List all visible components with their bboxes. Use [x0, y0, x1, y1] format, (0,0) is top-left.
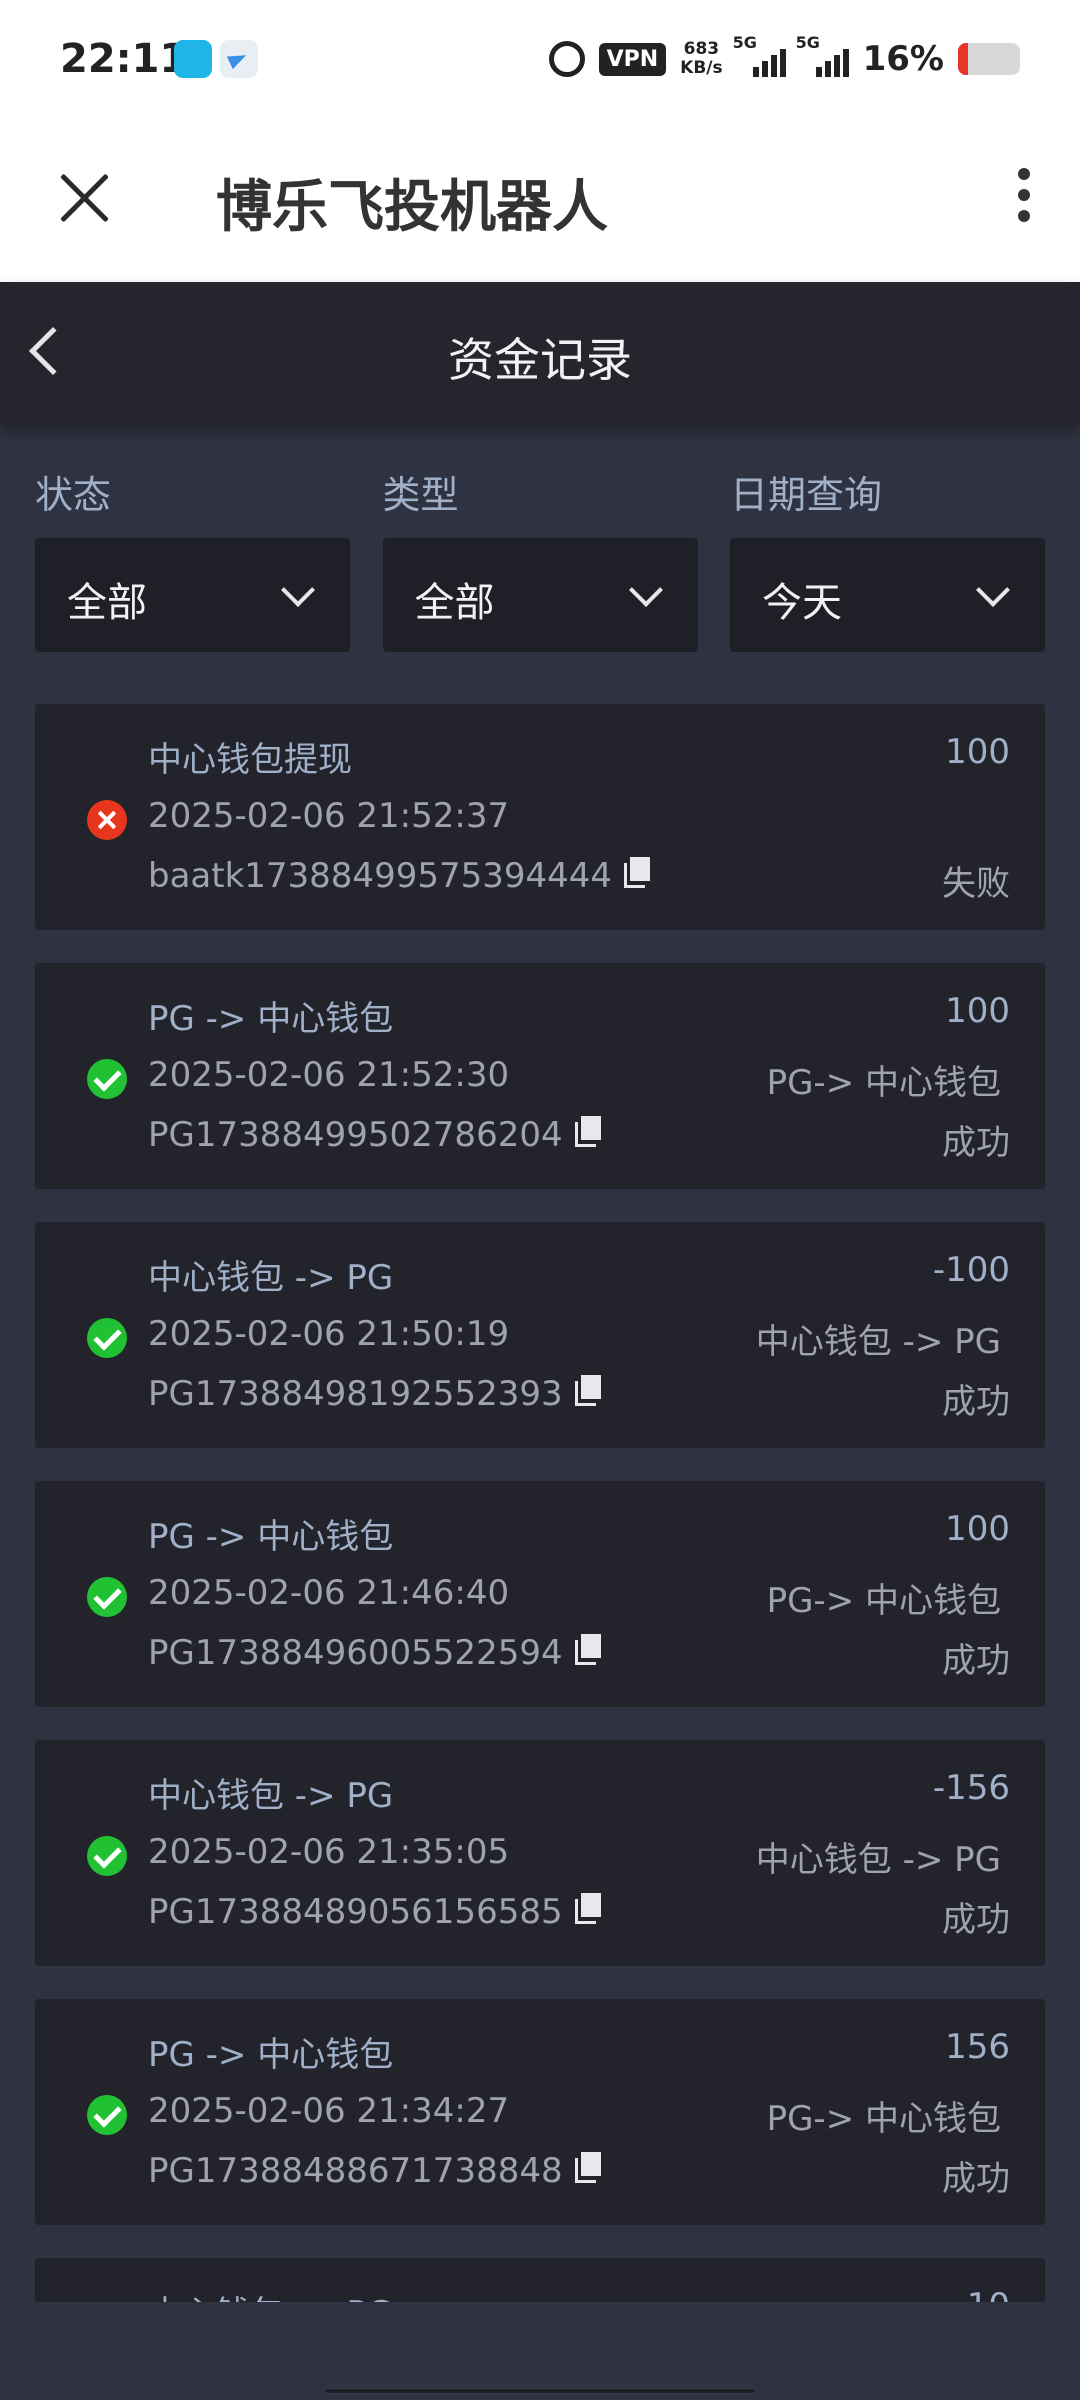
record-id: PG17388499502786204	[148, 1115, 601, 1155]
record-desc: 中心钱包 -> PG	[755, 1322, 1001, 1362]
more-options-icon[interactable]	[1012, 168, 1036, 230]
chevron-down-icon	[281, 573, 315, 607]
filter-label: 日期查询	[730, 473, 883, 517]
record-status: 失败	[942, 864, 1010, 904]
select-value: 全部	[414, 580, 495, 626]
record-status: 成功	[942, 1641, 1010, 1681]
copy-icon[interactable]	[574, 1634, 601, 1665]
filter-status: 状态 全部	[35, 470, 350, 652]
record-type: 中心钱包 -> PG	[148, 2286, 393, 2302]
record-amount: 100	[945, 732, 1010, 772]
status-time: 22:11	[60, 36, 188, 82]
record-id: PG17388496005522594	[148, 1633, 601, 1673]
battery-icon	[958, 43, 1020, 75]
record-status: 成功	[942, 2159, 1010, 2199]
success-icon	[87, 1836, 127, 1876]
status-bar: 22:11 VPN 683 KB/s 5G 5G 16%	[0, 0, 1080, 118]
record-amount: 156	[945, 2027, 1010, 2067]
copy-icon[interactable]	[574, 1893, 601, 1924]
signal-icon-sim2: 5G	[796, 33, 849, 77]
record-card[interactable]: 中心钱包 -> PG 2025-02-06 21:35:05 PG1738848…	[35, 1740, 1045, 1966]
record-amount: 100	[945, 991, 1010, 1031]
record-type: PG -> 中心钱包	[148, 1517, 394, 1557]
vpn-badge: VPN	[598, 42, 667, 76]
record-time: 2025-02-06 21:50:19	[148, 1314, 510, 1354]
record-card[interactable]: 中心钱包 -> PG 2025-02-06 21:50:19 PG1738849…	[35, 1222, 1045, 1448]
type-select[interactable]: 全部	[382, 538, 698, 652]
record-card[interactable]: PG -> 中心钱包 2025-02-06 21:46:40 PG1738849…	[35, 1481, 1045, 1707]
record-amount: -100	[932, 1250, 1010, 1290]
close-icon[interactable]	[56, 170, 112, 226]
record-card[interactable]: PG -> 中心钱包 2025-02-06 21:34:27 PG1738848…	[35, 1999, 1045, 2225]
record-type: 中心钱包提现	[148, 740, 352, 780]
bottom-area	[0, 2302, 1080, 2400]
success-icon	[87, 1318, 127, 1358]
record-card[interactable]: 中心钱包 -> PG -10	[35, 2258, 1045, 2302]
record-time: 2025-02-06 21:46:40	[148, 1573, 510, 1613]
record-id: baatk17388499575394444	[148, 856, 651, 896]
record-status: 成功	[942, 1123, 1010, 1163]
hotspot-app-icon	[174, 40, 212, 78]
record-desc: 中心钱包 -> PG	[755, 1840, 1001, 1880]
copy-icon[interactable]	[574, 2152, 601, 2183]
chevron-down-icon	[976, 573, 1010, 607]
record-card[interactable]: PG -> 中心钱包 2025-02-06 21:52:30 PG1738849…	[35, 963, 1045, 1189]
success-icon	[87, 2095, 127, 2135]
record-status: 成功	[942, 1382, 1010, 1422]
date-select[interactable]: 今天	[730, 538, 1045, 652]
select-value: 今天	[762, 580, 842, 626]
app-title: 博乐飞投机器人	[216, 175, 608, 240]
home-indicator[interactable]	[324, 2388, 756, 2394]
page-title: 资金记录	[448, 333, 632, 387]
filter-label: 类型	[382, 473, 459, 517]
record-card[interactable]: 中心钱包提现 2025-02-06 21:52:37 baatk17388499…	[35, 704, 1045, 930]
record-time: 2025-02-06 21:35:05	[148, 1832, 510, 1872]
success-icon	[87, 1577, 127, 1617]
record-amount: -156	[932, 1768, 1010, 1808]
fail-icon	[87, 800, 127, 840]
record-time: 2025-02-06 21:34:27	[148, 2091, 510, 2131]
battery-percent: 16%	[862, 39, 944, 79]
record-id: PG17388488671738848	[148, 2151, 601, 2191]
select-value: 全部	[67, 580, 147, 626]
record-type: PG -> 中心钱包	[148, 2035, 394, 2075]
status-select[interactable]: 全部	[35, 538, 350, 652]
record-time: 2025-02-06 21:52:37	[148, 796, 510, 836]
success-icon	[87, 1059, 127, 1099]
record-type: PG -> 中心钱包	[148, 999, 394, 1039]
record-amount: 100	[945, 1509, 1010, 1549]
record-status: 成功	[942, 1900, 1010, 1940]
record-desc: PG-> 中心钱包	[766, 2099, 1001, 2139]
signal-icon: 5G	[733, 33, 786, 77]
filter-bar: 状态 全部 类型 全部 日期查询 今天	[35, 470, 1045, 652]
record-desc: PG-> 中心钱包	[766, 1581, 1001, 1621]
record-desc: PG-> 中心钱包	[766, 1063, 1001, 1103]
record-type: 中心钱包 -> PG	[148, 1258, 394, 1298]
network-speed: 683 KB/s	[680, 39, 723, 78]
filter-date: 日期查询 今天	[730, 470, 1045, 652]
copy-icon[interactable]	[574, 1116, 601, 1147]
copy-icon[interactable]	[624, 857, 651, 888]
page-header: 资金记录	[0, 282, 1080, 422]
record-id: PG17388489056156585	[148, 1892, 601, 1932]
filter-label: 状态	[35, 473, 112, 517]
record-type: 中心钱包 -> PG	[148, 1776, 394, 1816]
records-list[interactable]: 中心钱包提现 2025-02-06 21:52:37 baatk17388499…	[35, 704, 1045, 2302]
record-id: PG17388498192552393	[148, 1374, 601, 1414]
app-title-bar: 博乐飞投机器人	[0, 118, 1080, 282]
record-amount: -10	[954, 2286, 1010, 2302]
alarm-icon	[548, 41, 585, 77]
copy-icon[interactable]	[574, 1375, 601, 1406]
record-time: 2025-02-06 21:52:30	[148, 1055, 510, 1095]
telegram-app-icon	[220, 40, 258, 78]
chevron-down-icon	[628, 573, 663, 607]
filter-type: 类型 全部	[382, 470, 698, 652]
